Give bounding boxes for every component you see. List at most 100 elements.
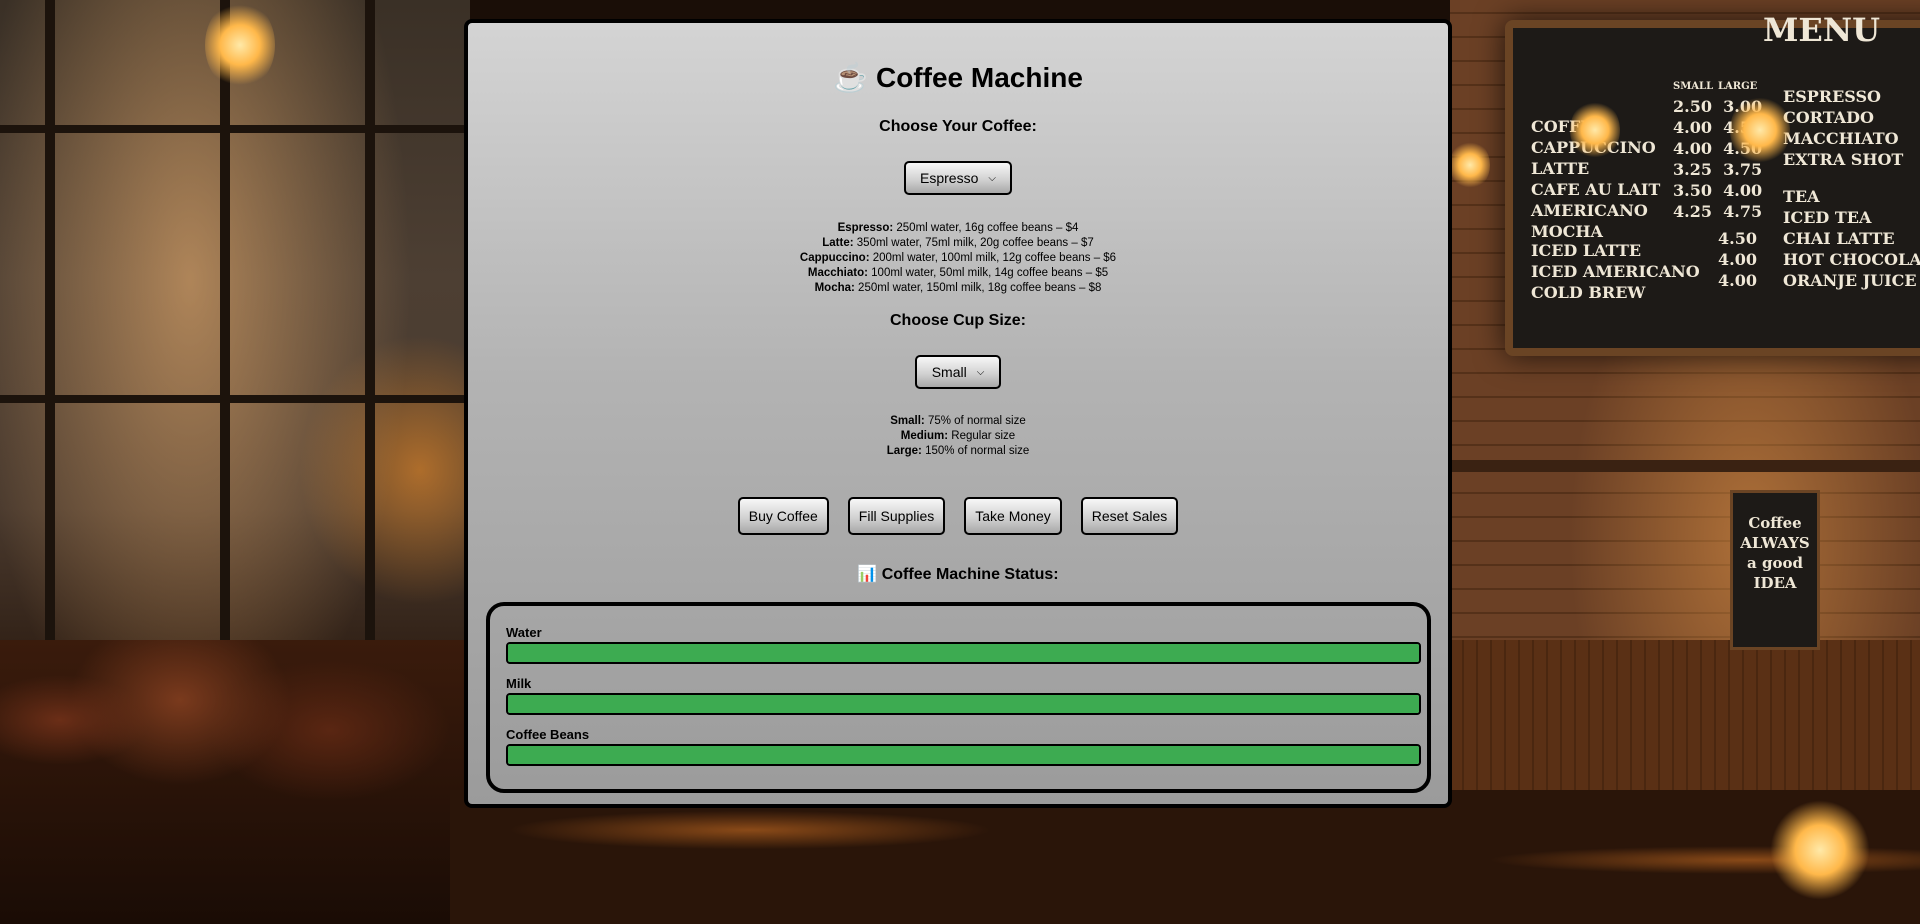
- coffee-name: Cappuccino:: [799, 252, 870, 264]
- take-money-button[interactable]: Take Money: [964, 497, 1062, 535]
- page-title-text: Coffee Machine: [875, 62, 1083, 93]
- reset-sales-button[interactable]: Reset Sales: [1080, 497, 1179, 535]
- size-description: Medium: Regular size: [468, 429, 1448, 444]
- coffee-name: Macchiato:: [807, 267, 868, 279]
- bar-chart-icon: 📊: [857, 566, 878, 583]
- water-meter: Water: [506, 624, 1421, 664]
- coffee-select[interactable]: Espresso ⌵: [904, 161, 1012, 195]
- coffee-details: 250ml water, 16g coffee beans – $4: [896, 222, 1079, 234]
- size-description-list: Small: 75% of normal size Medium: Regula…: [468, 414, 1448, 459]
- size-details: Regular size: [951, 430, 1016, 442]
- page-title: ☕ Coffee Machine: [468, 61, 1448, 95]
- pendant-lamp: [1730, 95, 1790, 165]
- size-details: 150% of normal size: [925, 445, 1030, 457]
- menu-board-item: ESPRESSO: [1783, 87, 1881, 106]
- menu-board-item: TEA: [1783, 187, 1820, 206]
- status-heading: 📊 Coffee Machine Status:: [468, 564, 1448, 584]
- coffee-select-value: Espresso: [920, 170, 979, 186]
- menu-board-item: ICED TEA: [1783, 208, 1872, 227]
- coffee-details: 350ml water, 75ml milk, 20g coffee beans…: [856, 237, 1094, 249]
- buy-coffee-button[interactable]: Buy Coffee: [737, 497, 829, 535]
- water-level-bar: [508, 644, 1419, 662]
- window-frame: [365, 0, 375, 700]
- window-frame: [0, 125, 470, 133]
- menu-board-item: ORANJE JUICE: [1783, 271, 1917, 290]
- pendant-lamp: [1450, 140, 1490, 190]
- window-frame: [45, 0, 55, 700]
- menu-board-item: COLD BREW: [1531, 283, 1646, 302]
- chevron-down-icon: ⌵: [976, 366, 985, 378]
- size-name: Medium:: [900, 430, 949, 442]
- coffee-description: Cappuccino: 200ml water, 100ml milk, 12g…: [468, 251, 1448, 266]
- menu-board-item: AMERICANO: [1531, 201, 1648, 220]
- coffee-details: 100ml water, 50ml milk, 14g coffee beans…: [871, 267, 1109, 279]
- coffee-sign: Coffee ALWAYS a good IDEA: [1730, 490, 1820, 650]
- fill-supplies-button[interactable]: Fill Supplies: [847, 497, 946, 535]
- meter-track: [506, 642, 1421, 664]
- action-buttons: Buy Coffee Fill Supplies Take Money Rese…: [468, 497, 1448, 535]
- menu-board-item: CAFE AU LAIT: [1531, 180, 1661, 199]
- window-frame: [220, 0, 230, 700]
- menu-board-item: EXTRA SHOT: [1783, 150, 1904, 169]
- size-select-value: Small: [931, 364, 967, 380]
- menu-board-item: MACCHIATO: [1783, 129, 1899, 148]
- counter: [1450, 640, 1920, 790]
- menu-board-price: 4.00: [1718, 250, 1757, 269]
- pendant-lamp: [1570, 100, 1620, 160]
- size-name: Large:: [886, 445, 922, 457]
- menu-board-item: ICED LATTE: [1531, 241, 1642, 260]
- status-box: Water Milk Coffee Beans: [486, 602, 1431, 793]
- milk-level-bar: [508, 695, 1419, 713]
- coffee-description: Espresso: 250ml water, 16g coffee beans …: [468, 221, 1448, 236]
- menu-board-item: LATTE: [1531, 159, 1590, 178]
- menu-board-item: CORTADO: [1783, 108, 1874, 127]
- menu-board-price: 4.50: [1718, 229, 1757, 248]
- coffee-cup-icon: ☕: [833, 62, 868, 93]
- pendant-lamp: [205, 0, 275, 90]
- menu-board-header: MENU: [1763, 11, 1880, 49]
- coffee-name: Latte:: [822, 237, 854, 249]
- shelf: [1450, 460, 1920, 472]
- coffee-description-list: Espresso: 250ml water, 16g coffee beans …: [468, 221, 1448, 296]
- plants: [0, 640, 470, 924]
- menu-board-price-header-large: LARGE: [1718, 81, 1758, 92]
- menu-board-price: 4.00: [1718, 271, 1757, 290]
- size-select[interactable]: Small ⌵: [915, 355, 1001, 389]
- coffee-machine-panel: ☕ Coffee Machine Choose Your Coffee: Espr…: [464, 19, 1452, 808]
- menu-board-price: 3.50 4.00: [1673, 181, 1763, 200]
- menu-board: MENU SMALL LARGE COFFEE CAPPUCCINO LATTE…: [1505, 11, 1920, 356]
- meter-label: Coffee Beans: [506, 727, 590, 742]
- coffee-details: 250ml water, 150ml milk, 18g coffee bean…: [858, 282, 1102, 294]
- meter-track: [506, 744, 1421, 766]
- coffee-description: Latte: 350ml water, 75ml milk, 20g coffe…: [468, 236, 1448, 251]
- chevron-down-icon: ⌵: [988, 172, 996, 184]
- coffee-name: Mocha:: [814, 282, 855, 294]
- status-heading-text: Coffee Machine Status:: [881, 566, 1059, 583]
- size-details: 75% of normal size: [927, 415, 1026, 427]
- size-description: Large: 150% of normal size: [468, 444, 1448, 459]
- size-select-heading: Choose Cup Size:: [889, 312, 1026, 329]
- menu-board-item: MOCHA: [1531, 222, 1603, 241]
- milk-meter: Milk: [506, 675, 1421, 715]
- coffee-details: 200ml water, 100ml milk, 12g coffee bean…: [872, 252, 1117, 264]
- meter-track: [506, 693, 1421, 715]
- coffee-beans-level-bar: [508, 746, 1419, 764]
- coffee-select-heading: Choose Your Coffee:: [879, 118, 1037, 135]
- menu-board-item: CHAI LATTE: [1783, 229, 1895, 248]
- candle-glow: [1770, 800, 1870, 900]
- table: [450, 790, 1920, 924]
- size-name: Small:: [890, 415, 925, 427]
- meter-label: Milk: [506, 676, 532, 691]
- menu-board-item: HOT CHOCOLATE: [1783, 250, 1920, 269]
- coffee-description: Mocha: 250ml water, 150ml milk, 18g coff…: [468, 281, 1448, 296]
- menu-board-price-header-small: SMALL: [1673, 81, 1714, 92]
- coffee-name: Espresso:: [837, 222, 894, 234]
- meter-label: Water: [506, 625, 542, 640]
- coffee-sign-text: Coffee ALWAYS a good IDEA: [1740, 514, 1810, 592]
- menu-board-item: ICED AMERICANO: [1531, 262, 1700, 281]
- coffee-beans-meter: Coffee Beans: [506, 726, 1421, 766]
- window-frame: [0, 395, 470, 403]
- menu-board-price: 4.25 4.75: [1673, 202, 1763, 221]
- size-description: Small: 75% of normal size: [468, 414, 1448, 429]
- coffee-description: Macchiato: 100ml water, 50ml milk, 14g c…: [468, 266, 1448, 281]
